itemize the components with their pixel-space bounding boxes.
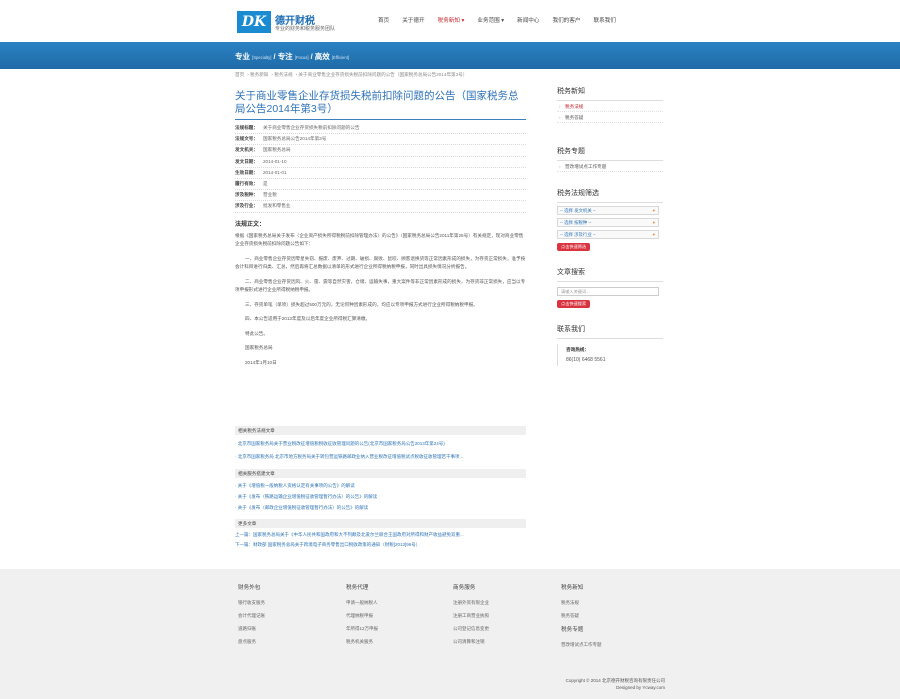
footer-link[interactable]: 会计代理记账 (238, 609, 265, 622)
meta-row: 法规标题： 关于商业零售企业存货损失税前扣除问题的公告 (235, 123, 526, 135)
breadcrumb-home[interactable]: 首页 (235, 72, 244, 77)
meta-row: 生效日期： 2014-01-01 (235, 168, 526, 179)
contact-phone: 86(10) 6468 5561 (566, 357, 606, 363)
meta-row: 发文日期： 2014-01-10 (235, 157, 526, 168)
next-article-link[interactable]: 下一篇：财政部 国家税务总局关于跨境电子商务零售出口税收政策的通知（财税[201… (235, 540, 526, 550)
footer-col-outsourcing: 财务外包 银行收支服务 会计代理记账 道路归账 盘点服务 (238, 583, 265, 648)
meta-row: 涉及税种： 营业税 (235, 190, 526, 202)
more-articles-heading: 更多文章 (235, 519, 526, 528)
nav-contact[interactable]: 联系我们 (593, 16, 615, 24)
dropdown-arrow-icon: ▾ (652, 220, 655, 225)
slogan-banner: 专业 [Specialty] / 专注 [Focus] / 高效 [Effici… (0, 42, 900, 69)
filter-industry-select[interactable]: -- 选择 涉及行业 -- ▾ (557, 230, 659, 239)
footer-link[interactable]: 申请一般纳税人 (346, 596, 378, 609)
dropdown-arrow-icon: ▾ (652, 232, 655, 237)
signature-date: 2014年1月10日 (245, 359, 277, 365)
footer-link[interactable]: 盘点服务 (238, 635, 265, 648)
meta-row: 法规文号： 国家税务总局公告2014年第3号 (235, 134, 526, 146)
sidebar-item-vat-reform[interactable]: 营改增试点工作专题 (557, 161, 663, 172)
footer-col-business: 商务服务 注册外资有限企业 注册工商营业执照 公司登记信息变更 公司清算和注销 (453, 583, 489, 648)
footer-col-tax-news: 税务新知 税务法规 税务答疑 税务专题 营改增试点工作专题 (561, 583, 602, 651)
quick-search-button[interactable]: 点击快速搜索 (557, 300, 591, 308)
quick-filter-button[interactable]: 点击快速筛选 (557, 243, 591, 251)
header: DK 德开财税 专业的财务和税务服务团队 首页 关于德开 税务新知 ▾ 业务范围… (0, 0, 900, 42)
body-paragraph: 根据《国家税务总局关于发布〈企业资产损失所得税税前扣除管理办法〉的公告》（国家税… (235, 232, 524, 247)
body-paragraph: 四、本公告适用于2013年度及以后年度企业所得税汇算清缴。 (245, 316, 371, 321)
related-regulations-heading: 相关税务法规文章 (235, 426, 526, 435)
prev-article-link[interactable]: 上一篇：国家税务总局关于《中华人民共和国政府和大不列颠及北爱尔兰联合王国政府对所… (235, 530, 526, 540)
body-heading: 法规正文： (235, 221, 266, 228)
sidebar-tax-news-title: 税务新知 (557, 86, 663, 101)
body-paragraph: 特此公告。 (245, 330, 268, 336)
nav-home[interactable]: 首页 (378, 16, 389, 24)
sidebar-topics-title: 税务专题 (557, 146, 663, 161)
related-articles: 相关税务法规文章 · 北京市国家税务局关于营业税改征增值税税收征收管理问题的公告… (235, 426, 526, 550)
nav-news[interactable]: 新闻中心 (517, 16, 539, 24)
body-paragraph: 二、商业零售企业存货因风、火、雷、震等自然灾害，仓储、运输失事，重大案件等非正常… (235, 278, 526, 293)
footer-link[interactable]: 银行收支服务 (238, 596, 265, 609)
search-input[interactable]: 请输入关键词... (557, 287, 659, 296)
meta-row: 发文机关： 国家税务总局 (235, 145, 526, 157)
contact-label: 咨询热线： (566, 347, 589, 352)
breadcrumb-current: 关于商业零售企业存货损失税前扣除问题的公告（国家税务总局公告2014年第3号） (298, 72, 468, 77)
footer-link[interactable]: 注册工商营业执照 (453, 609, 489, 622)
footer: 财务外包 银行收支服务 会计代理记账 道路归账 盘点服务 税务代理 申请一般纳税… (0, 569, 900, 699)
main-nav: 首页 关于德开 税务新知 ▾ 业务范围 ▾ 新闻中心 我们的客户 联系我们 (378, 16, 629, 24)
list-item[interactable]: · 北京市国家税务局 北京市地方税务局关于转包营运铁路邮政业纳入营业税改征增值税… (235, 452, 526, 462)
meta-table: 法规标题： 关于商业零售企业存货损失税前扣除问题的公告 法规文号： 国家税务总局公告… (235, 123, 526, 213)
nav-services[interactable]: 业务范围 ▾ (477, 16, 504, 24)
footer-link[interactable]: 营改增试点工作专题 (561, 638, 602, 651)
filter-issuer-select[interactable]: -- 选择 发文机关 -- ▾ (557, 206, 659, 215)
meta-row: 履行有效：是 (235, 179, 526, 191)
article-main: 首页 › 税务新知 › 税务法规 › 关于商业零售企业存货损失税前扣除问题的公告（国家… (235, 72, 526, 367)
page-title: 关于商业零售企业存货损失税前扣除问题的公告（国家税务总局公告2014年第3号） (235, 90, 526, 120)
list-item[interactable]: · 北京市国家税务局关于营业税改征增值税税收征收管理问题的公告(北京市国家税务局… (235, 439, 526, 449)
copyright: Copyright © 2014 北京德开财税咨询有限责任公司 Designed… (565, 678, 665, 690)
footer-link[interactable]: 税务答疑 (561, 609, 602, 622)
list-item[interactable]: · 关于《发布〈铁路运输企业增值税征收管理暂行办法〉的公告》的解读 (235, 492, 526, 502)
footer-link[interactable]: 注册外资有限企业 (453, 596, 489, 609)
footer-link[interactable]: 公司登记信息变更 (453, 622, 489, 635)
body-paragraph: 三、存货单笔（单项）损失超过500万元的，无论何种因素形成的，均应以专项申报方式… (245, 301, 478, 307)
sidebar-item-regulations[interactable]: 税务法规 (557, 101, 663, 112)
banner-slogan: 专业 [Specialty] / 专注 [Focus] / 高效 [Effici… (235, 52, 350, 61)
breadcrumb: 首页 › 税务新知 › 税务法规 › 关于商业零售企业存货损失税前扣除问题的公告（国家… (235, 72, 468, 77)
sidebar-contact-title: 联系我们 (557, 324, 663, 339)
sidebar-item-qa[interactable]: 税务答疑 (557, 112, 663, 123)
logo-mark[interactable]: DK (237, 11, 271, 33)
sidebar: 税务新知 税务法规 税务答疑 税务专题 营改增试点工作专题 税务法规筛选 -- … (557, 86, 663, 366)
footer-link[interactable]: 年所得12万申报 (346, 622, 378, 635)
footer-link[interactable]: 道路归账 (238, 622, 265, 635)
footer-link[interactable]: 公司清算和注销 (453, 635, 489, 648)
sidebar-filter-title: 税务法规筛选 (557, 188, 663, 203)
related-services-heading: 相关服务搭建文章 (235, 469, 526, 478)
sidebar-search-title: 文章搜索 (557, 267, 663, 282)
signature-org: 国家税务总局 (245, 345, 273, 350)
footer-link[interactable]: 税务机关服务 (346, 635, 378, 648)
breadcrumb-regulations[interactable]: 税务法规 (274, 72, 292, 77)
list-item[interactable]: · 关于《增值税一般纳税人资格认定有关事项的公告》的解读 (235, 481, 526, 491)
footer-link[interactable]: 代理纳税申报 (346, 609, 378, 622)
nav-clients[interactable]: 我们的客户 (552, 16, 580, 24)
footer-col-tax-agency: 税务代理 申请一般纳税人 代理纳税申报 年所得12万申报 税务机关服务 (346, 583, 378, 648)
filter-taxtype-select[interactable]: -- 选择 按税种 -- ▾ (557, 218, 659, 227)
footer-link[interactable]: 税务法规 (561, 596, 602, 609)
list-item[interactable]: · 关于《发布〈邮政企业增值税征收管理暂行办法〉的公告》的解读 (235, 503, 526, 513)
meta-row: 涉及行业： 批发和零售业 (235, 201, 526, 213)
dropdown-arrow-icon: ▾ (652, 208, 655, 213)
body-paragraph: 一、商业零售企业存货因零星失窃、报废、废弃、过期、破损、腐败、鼠咬、顾客退换货等… (235, 255, 526, 270)
nav-tax-news[interactable]: 税务新知 ▾ (438, 16, 465, 24)
nav-about[interactable]: 关于德开 (402, 16, 424, 24)
breadcrumb-tax-news[interactable]: 税务新知 (250, 72, 268, 77)
logo-tagline: 专业的财务和税务服务团队 (275, 26, 336, 32)
